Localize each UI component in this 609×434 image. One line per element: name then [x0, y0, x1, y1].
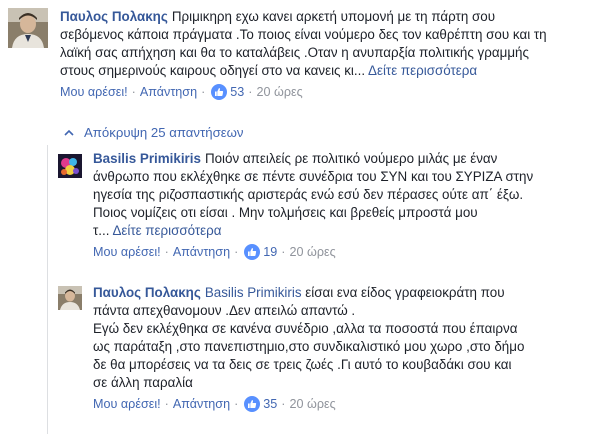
avatar[interactable]: [8, 8, 48, 48]
comment-line: στους σημερινούς καιρους οδηγεί στο να κ…: [60, 63, 369, 78]
comment-line: σεβόμενος κάποια πράγματα .Το ποιος είνα…: [60, 27, 547, 42]
comment-text: Παυλος Πολακης Πριμικηρη εχω κανει αρκετή…: [60, 8, 600, 80]
comment-line: πάντα απεχθανομουν .Δεν απειλώ απαντώ .: [93, 303, 356, 318]
comment-line: Πριμικηρη εχω κανει αρκετή υπομονή με τη…: [171, 9, 496, 24]
timestamp[interactable]: 20 ώρες: [290, 245, 336, 259]
separator: ·: [281, 245, 286, 259]
like-count: 19: [263, 245, 278, 259]
separator: ·: [131, 85, 136, 99]
mention-link[interactable]: Basilis Primikiris: [205, 285, 302, 300]
comment: Παυλος Πολακης Πριμικηρη εχω κανει αρκετή…: [8, 8, 600, 100]
comment-line: σε άλλη παραλία: [93, 375, 193, 390]
comment-actions: Μου αρέσει! · Απάντηση · 35 · 20 ώρες: [93, 396, 601, 412]
thumbs-up-icon: [244, 244, 261, 260]
like-count-badge[interactable]: 19: [244, 244, 277, 260]
comment-text: Παυλος Πολακης Basilis Primikiris είσαι ε…: [93, 284, 601, 392]
comment-line: άνθρωπο που εκλέχθηκε σε πέντε συνέδρια …: [93, 169, 534, 184]
comment-body: Παυλος Πολακης Πριμικηρη εχω κανει αρκετή…: [60, 8, 600, 100]
like-count: 53: [230, 85, 245, 99]
chevron-up-icon: [64, 129, 74, 136]
comment-line: Ποιόν απειλείς ρε πολιτικό νούμερο μιλάς…: [204, 151, 498, 166]
comment-line: Ποιος νομίζεις οτι είσαι . Μην τολμήσεις…: [93, 205, 478, 220]
like-button[interactable]: Μου αρέσει!: [60, 85, 128, 99]
comment-text: Basilis Primikiris Ποιόν απειλείς ρε πολι…: [93, 150, 601, 240]
separator: ·: [234, 245, 239, 259]
comment-author[interactable]: Παυλος Πολακης: [60, 9, 168, 24]
like-count-badge[interactable]: 35: [244, 396, 277, 412]
comment-line: ηγεσία της ριζοσπαστικής αριστεράς ενώ ε…: [93, 187, 524, 202]
separator: ·: [201, 85, 206, 99]
thread-line: [47, 145, 48, 434]
separator: ·: [281, 397, 286, 411]
avatar[interactable]: [58, 154, 82, 178]
like-count: 35: [263, 397, 278, 411]
separator: ·: [234, 397, 239, 411]
see-more-link[interactable]: Δείτε περισσότερα: [112, 223, 221, 238]
comment-line: λαϊκή σας απήχηση και θα το καταλάβεις .…: [60, 45, 529, 60]
like-button[interactable]: Μου αρέσει!: [93, 245, 161, 259]
comment-actions: Μου αρέσει! · Απάντηση · 19 · 20 ώρες: [93, 244, 601, 260]
comment-body: Basilis Primikiris Ποιόν απειλείς ρε πολι…: [93, 150, 601, 260]
comment-actions: Μου αρέσει! · Απάντηση · 53 · 20 ώρες: [60, 84, 600, 100]
timestamp[interactable]: 20 ώρες: [257, 85, 303, 99]
reply-button[interactable]: Απάντηση: [140, 85, 197, 99]
reply-comment: Παυλος Πολακης Basilis Primikiris είσαι ε…: [58, 284, 603, 412]
comment-line: τ...: [93, 223, 113, 238]
hide-replies-label: Απόκρυψη 25 απαντήσεων: [84, 125, 244, 140]
separator: ·: [248, 85, 253, 99]
avatar[interactable]: [58, 286, 82, 310]
comment-line: ως παράταξη ,στο πανεπιστημιο,στο συνδικ…: [93, 339, 525, 354]
reply-button[interactable]: Απάντηση: [173, 397, 230, 411]
thumbs-up-icon: [244, 396, 261, 412]
comment-line: είσαι ενα είδος γραφειοκράτη που: [301, 285, 505, 300]
comment-author[interactable]: Basilis Primikiris: [93, 151, 201, 166]
comment-body: Παυλος Πολακης Basilis Primikiris είσαι ε…: [93, 284, 601, 412]
like-button[interactable]: Μου αρέσει!: [93, 397, 161, 411]
hide-replies-link[interactable]: Απόκρυψη 25 απαντήσεων: [64, 125, 243, 140]
separator: ·: [164, 397, 169, 411]
see-more-link[interactable]: Δείτε περισσότερα: [368, 63, 477, 78]
separator: ·: [164, 245, 169, 259]
like-count-badge[interactable]: 53: [211, 84, 244, 100]
comment-line: δε θα μπορέσεις να τα δεις σε τρεις ζωές…: [93, 357, 512, 372]
reply-button[interactable]: Απάντηση: [173, 245, 230, 259]
thumbs-up-icon: [211, 84, 228, 100]
comment-line: Εγώ δεν εκλέχθηκα σε κανένα συνέδριο ,αλ…: [93, 321, 518, 336]
reply-comment: Basilis Primikiris Ποιόν απειλείς ρε πολι…: [58, 150, 603, 260]
timestamp[interactable]: 20 ώρες: [290, 397, 336, 411]
comment-author[interactable]: Παυλος Πολακης: [93, 285, 201, 300]
